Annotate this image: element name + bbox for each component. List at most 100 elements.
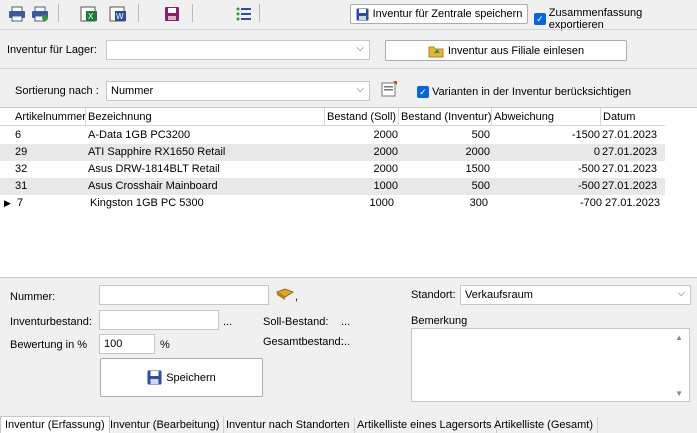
cell-abweichung: -500 — [577, 180, 600, 192]
export-summary-checkbox[interactable]: ✓ Zusammenfassung exportieren — [534, 7, 697, 31]
table-row-current[interactable]: ▶ 7 Kingston 1GB PC 5300 1000 300 -700 2… — [0, 195, 665, 212]
standort-select[interactable]: Verkaufsraum ⌵ — [460, 285, 691, 305]
gesamtbestand-label: Gesamtbestand: — [263, 336, 344, 348]
import-filiale-button[interactable]: Inventur aus Filiale einlesen — [385, 40, 627, 61]
column-header-bestand-inventur[interactable]: Bestand (Inventur) — [401, 111, 492, 123]
list-icon[interactable] — [235, 6, 253, 22]
save-central-label: Inventur für Zentrale speichern — [372, 8, 523, 20]
toolbar-separator — [259, 4, 260, 22]
bewertung-unit: % — [160, 339, 170, 351]
cell-abweichung: -1500 — [571, 129, 600, 141]
lager-select[interactable]: ⌵ — [106, 40, 370, 60]
tab-inventur-standorte[interactable]: Inventur nach Standorten — [222, 417, 355, 433]
tab-inventur-bearbeitung[interactable]: Inventur (Bearbeitung) — [106, 417, 225, 433]
cell-bestand-inventur: 500 — [471, 180, 490, 192]
table-row[interactable]: 6 A-Data 1GB PC3200 2000 500 -1500 27.01… — [0, 127, 665, 144]
cell-bestand-soll: 2000 — [373, 146, 398, 158]
table-row[interactable]: 29 ATI Sapphire RX1650 Retail 2000 2000 … — [0, 144, 665, 161]
tab-inventur-erfassung[interactable]: Inventur (Erfassung) — [0, 416, 110, 433]
lager-label: Inventur für Lager: — [7, 44, 97, 56]
save-label: Speichern — [166, 371, 216, 384]
scroll-up-icon[interactable]: ▲ — [675, 333, 683, 342]
save-central-button[interactable]: Inventur für Zentrale speichern — [350, 4, 528, 24]
cell-bestand-soll: 1000 — [373, 180, 398, 192]
cell-bezeichnung: Asus Crosshair Mainboard — [88, 180, 218, 192]
svg-text:W: W — [116, 12, 124, 21]
column-divider — [600, 108, 601, 126]
bemerkung-label: Bemerkung — [411, 315, 468, 327]
print-icon[interactable] — [8, 6, 26, 22]
cell-abweichung: -500 — [577, 163, 600, 175]
nummer-input[interactable] — [99, 285, 269, 305]
table-row[interactable]: 32 Asus DRW-1814BLT Retail 2000 1500 -50… — [0, 161, 665, 178]
column-header-bestand-soll[interactable]: Bestand (Soll) — [327, 111, 396, 123]
cell-datum: 27.01.2023 — [602, 180, 658, 192]
toolbar: X W Inventur für Zentrale speichern ✓ Zu… — [0, 0, 697, 31]
cell-abweichung: 0 — [593, 146, 600, 158]
tab-artikelliste-lagersort[interactable]: Artikelliste eines Lagersorts — [353, 417, 497, 433]
cell-bestand-inventur: 300 — [469, 197, 488, 209]
cell-bestand-soll: 2000 — [373, 163, 398, 175]
divider — [0, 29, 697, 30]
cell-artikelnummer: 32 — [15, 163, 28, 175]
sort-label: Sortierung nach : — [15, 85, 99, 97]
cell-bezeichnung: Kingston 1GB PC 5300 — [90, 197, 204, 209]
bemerkung-textarea[interactable]: ▲ ▼ — [411, 328, 690, 402]
cell-bezeichnung: Asus DRW-1814BLT Retail — [88, 163, 220, 175]
cell-bestand-soll: 2000 — [373, 129, 398, 141]
toolbar-separator — [138, 4, 139, 22]
floppy-save-icon[interactable] — [163, 6, 181, 22]
toolbar-separator — [192, 4, 193, 22]
sort-select[interactable]: Nummer ⌵ — [106, 81, 370, 101]
settings-icon[interactable] — [381, 80, 399, 98]
cell-bezeichnung: A-Data 1GB PC3200 — [88, 129, 191, 141]
column-divider — [85, 108, 86, 126]
tab-bar: Inventur (Erfassung) Inventur (Bearbeitu… — [0, 416, 697, 433]
cell-datum: 27.01.2023 — [605, 197, 661, 209]
cell-datum: 27.01.2023 — [602, 163, 658, 175]
search-article-icon[interactable] — [276, 288, 294, 300]
inventurbestand-input[interactable] — [99, 310, 219, 330]
folder-import-icon — [428, 46, 444, 57]
column-header-abweichung[interactable]: Abweichung — [494, 111, 554, 123]
cell-artikelnummer: 31 — [15, 180, 28, 192]
table-row[interactable]: 31 Asus Crosshair Mainboard 1000 500 -50… — [0, 178, 665, 195]
export-summary-label: Zusammenfassung exportieren — [548, 7, 643, 31]
tab-artikelliste-gesamt[interactable]: Artikelliste (Gesamt) — [490, 417, 599, 433]
excel-export-icon[interactable]: X — [80, 6, 98, 22]
bewertung-label: Bewertung in % — [10, 339, 88, 351]
current-row-marker-icon: ▶ — [4, 198, 11, 208]
save-button[interactable]: Speichern — [100, 358, 263, 397]
inventurbestand-label: Inventurbestand: — [10, 316, 92, 328]
word-export-icon[interactable]: W — [109, 6, 127, 22]
inventurbestand-ellipsis: ... — [223, 316, 233, 328]
grid-header: Artikelnummer Bezeichnung Bestand (Soll)… — [0, 108, 665, 126]
nummer-suffix: , — [295, 291, 299, 303]
inventory-grid: Artikelnummer Bezeichnung Bestand (Soll)… — [0, 107, 697, 278]
cell-abweichung: -700 — [579, 197, 602, 209]
toolbar-separator — [58, 4, 59, 22]
standort-value: Verkaufsraum — [465, 289, 533, 301]
cell-bestand-inventur: 2000 — [465, 146, 490, 158]
print-preview-icon[interactable] — [31, 6, 49, 22]
cell-datum: 27.01.2023 — [602, 146, 658, 158]
column-header-artikelnummer[interactable]: Artikelnummer — [15, 111, 86, 123]
chevron-down-icon: ⌵ — [356, 84, 364, 95]
bewertung-input[interactable] — [99, 334, 155, 354]
column-header-datum[interactable]: Datum — [603, 111, 635, 123]
divider — [0, 68, 697, 69]
cell-bezeichnung: ATI Sapphire RX1650 Retail — [88, 146, 226, 158]
scroll-down-icon[interactable]: ▼ — [675, 389, 683, 398]
variants-checkbox[interactable]: ✓ Varianten in der Inventur berücksichti… — [417, 86, 631, 98]
import-filiale-label: Inventur aus Filiale einlesen — [447, 44, 585, 57]
column-divider — [398, 108, 399, 126]
floppy-icon — [147, 370, 162, 385]
cell-artikelnummer: 7 — [17, 197, 24, 209]
column-divider — [491, 108, 492, 126]
chevron-down-icon: ⌵ — [356, 43, 364, 54]
cell-bestand-soll: 1000 — [369, 197, 394, 209]
cell-artikelnummer: 29 — [15, 146, 28, 158]
cell-bestand-inventur: 500 — [471, 129, 490, 141]
cell-datum: 27.01.2023 — [602, 129, 658, 141]
column-header-bezeichnung[interactable]: Bezeichnung — [88, 111, 152, 123]
